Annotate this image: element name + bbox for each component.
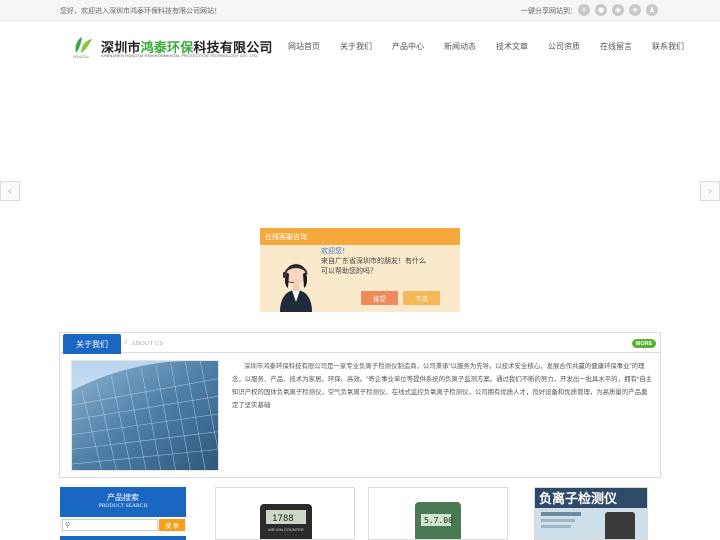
share-label: 一键分享网站到： — [521, 8, 577, 15]
product-search-row: ⚲ 搜 索 — [60, 518, 186, 532]
product-1-label: AIR ION COUNTER — [268, 527, 304, 532]
weibo-icon[interactable]: ◉ — [612, 4, 624, 16]
chat-title: 在线客服咨询 — [260, 228, 460, 245]
product-search-title: 产品搜索 — [107, 493, 139, 502]
share-icons: + ● ◉ ★ ♟ — [578, 4, 658, 16]
product-image-3: 负离子检测仪 — [535, 488, 647, 539]
qq-icon[interactable]: ♟ — [646, 4, 658, 16]
product-search-title-en: PRODUCT SEARCH — [98, 503, 148, 509]
product-3-banner: 负离子检测仪 — [539, 491, 618, 507]
chat-line-2: 可以帮助您的吗？ — [321, 268, 377, 275]
nav-item-contact[interactable]: 联系我们 — [648, 41, 688, 52]
product-search-input[interactable]: ⚲ — [62, 519, 158, 531]
svg-text:HONGTAI: HONGTAI — [73, 55, 89, 59]
nav-item-news[interactable]: 新闻动态 — [440, 41, 480, 52]
product-card-2[interactable]: 5.7.00 — [368, 487, 508, 540]
main-nav: 网站首页 关于我们 产品中心 新闻动态 技术文章 公司资质 在线留言 联系我们 — [284, 41, 700, 52]
about-section: 关于我们 / ABOUT US MORE 深圳市鸿泰环保科技有限公司是一家专业负… — [59, 332, 661, 478]
product-search-header: 产品搜索 PRODUCT SEARCH — [60, 487, 186, 517]
top-bar: 您好，欢迎进入深圳市鸿泰环保科技有限公司网站！ 一键分享网站到： + ● ◉ ★… — [0, 0, 720, 21]
site-header: HONGTAI 深圳市鸿泰环保科技有限公司 SHENZHEN HONGTAI E… — [0, 21, 720, 71]
product-card-3[interactable]: 负离子检测仪 — [534, 487, 648, 540]
nav-item-message[interactable]: 在线留言 — [596, 41, 636, 52]
logo-leaf-icon[interactable]: HONGTAI — [72, 35, 94, 59]
plus-icon[interactable]: + — [578, 4, 590, 16]
chat-accept-button[interactable]: 接受 — [361, 291, 398, 305]
product-image-2: 5.7.00 — [415, 502, 461, 539]
online-chat-popup: 在线客服咨询 欢迎您！ 来自广东省深圳市的朋友！有什么 可以帮助您的吗？ 接受 … — [260, 228, 460, 312]
nav-item-products[interactable]: 产品中心 — [388, 41, 428, 52]
nav-item-qualification[interactable]: 公司资质 — [544, 41, 584, 52]
nav-item-articles[interactable]: 技术文章 — [492, 41, 532, 52]
chat-later-button[interactable]: 下次 — [403, 291, 440, 305]
wechat-icon[interactable]: ● — [595, 4, 607, 16]
product-card-1[interactable]: 1788 AIR ION COUNTER — [215, 487, 355, 540]
chat-line-1: 来自广东省深圳市的朋友！有什么 — [321, 258, 426, 265]
nav-item-about[interactable]: 关于我们 — [336, 41, 376, 52]
about-description: 深圳市鸿泰环保科技有限公司是一家专业负离子检测仪制造商，公司秉承“以服务为先导，… — [232, 363, 653, 409]
chat-greeting: 欢迎您！ — [321, 248, 349, 255]
logo-subtitle: SHENZHEN HONGTAI ENVIRONMENTAL PROTECTIO… — [101, 53, 259, 58]
welcome-text: 您好，欢迎进入深圳市鸿泰环保科技有限公司网站！ — [60, 8, 221, 15]
qq-zone-icon[interactable]: ★ — [629, 4, 641, 16]
about-separator: / — [125, 339, 127, 346]
sidebar-next-section-strip — [60, 536, 186, 540]
about-tab-en: ABOUT US — [131, 340, 164, 347]
product-2-display: 5.7.00 — [424, 516, 453, 525]
product-1-display: 1788 — [272, 514, 294, 524]
about-building-image — [71, 360, 219, 471]
about-tab[interactable]: 关于我们 — [63, 334, 121, 354]
nav-item-home[interactable]: 网站首页 — [284, 41, 324, 52]
about-more-button[interactable]: MORE — [632, 339, 656, 348]
product-search-button[interactable]: 搜 索 — [159, 519, 185, 531]
search-icon: ⚲ — [65, 521, 71, 529]
product-image-1: 1788 AIR ION COUNTER — [260, 504, 312, 539]
chat-message: 欢迎您！ 来自广东省深圳市的朋友！有什么 可以帮助您的吗？ — [321, 247, 451, 277]
banner-prev-arrow-icon[interactable]: ‹ — [0, 181, 20, 201]
customer-service-agent-image — [280, 263, 312, 312]
banner-next-arrow-icon[interactable]: › — [700, 181, 720, 201]
